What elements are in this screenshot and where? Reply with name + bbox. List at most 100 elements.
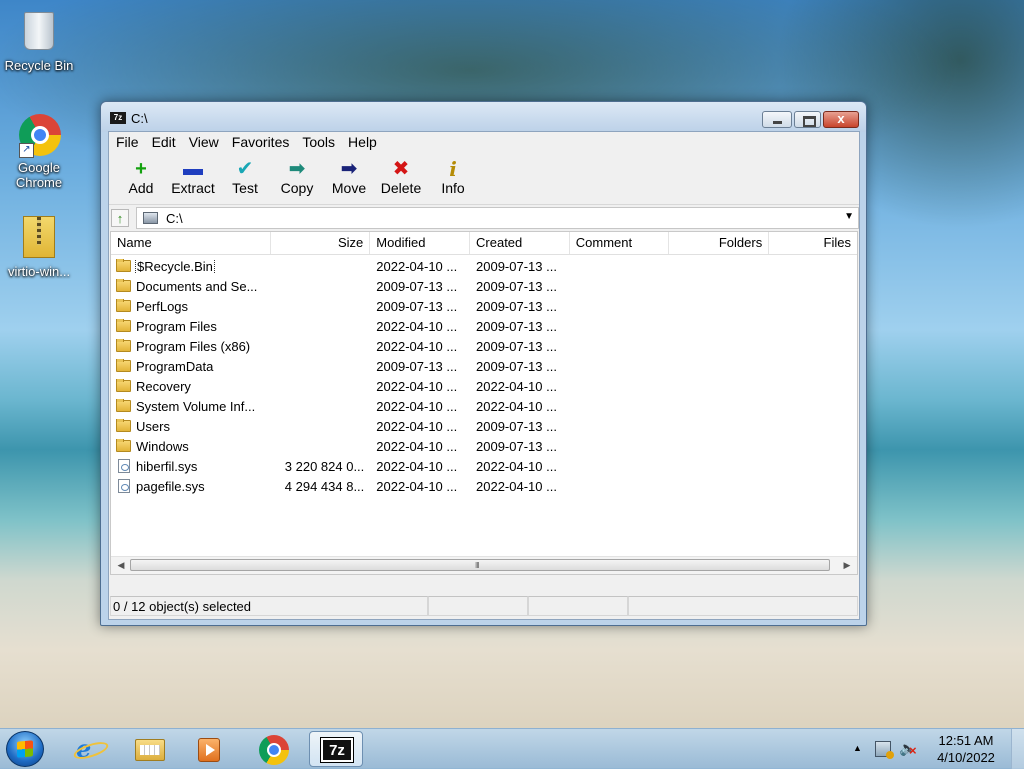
- volume-muted-icon[interactable]: 🔈: [899, 740, 919, 758]
- media-player-icon: [198, 738, 220, 762]
- copy-button[interactable]: ➡ Copy: [271, 152, 323, 204]
- clock-time: 12:51 AM: [938, 733, 994, 748]
- extract-label: Extract: [171, 180, 215, 196]
- delete-x-icon: ✖: [392, 158, 410, 180]
- close-button[interactable]: x: [823, 111, 859, 128]
- test-button[interactable]: ✔ Test: [219, 152, 271, 204]
- cell-name: PerfLogs: [111, 298, 271, 314]
- table-row[interactable]: PerfLogs 2009-07-13 ... 2009-07-13 ...: [111, 296, 857, 316]
- desktop-icon-label: Google Chrome: [15, 160, 63, 190]
- desktop-icon-google-chrome[interactable]: ↗ Google Chrome: [0, 114, 78, 190]
- network-icon[interactable]: [875, 741, 894, 759]
- status-bar: 0 / 12 object(s) selected: [110, 596, 858, 618]
- item-name: $Recycle.Bin: [135, 258, 215, 274]
- table-row[interactable]: ProgramData 2009-07-13 ... 2009-07-13 ...: [111, 356, 857, 376]
- folder-icon: [116, 338, 131, 352]
- folder-icon: [116, 438, 131, 452]
- menu-file[interactable]: File: [109, 134, 145, 150]
- show-desktop-button[interactable]: [1011, 729, 1024, 769]
- menu-help[interactable]: Help: [341, 134, 383, 150]
- taskbar-google-chrome[interactable]: [246, 731, 300, 767]
- ie-icon: e: [76, 737, 102, 761]
- drive-icon: [143, 212, 158, 224]
- item-name: Users: [136, 418, 170, 434]
- table-row[interactable]: Documents and Se... 2009-07-13 ... 2009-07…: [111, 276, 857, 296]
- folder-icon: [116, 298, 131, 312]
- desktop-icon-virtio-win[interactable]: virtio-win...: [0, 214, 78, 279]
- shortcut-arrow-icon: ↗: [19, 143, 34, 158]
- cell-modified: 2022-04-10 ...: [376, 478, 458, 494]
- column-comment[interactable]: Comment: [570, 232, 670, 254]
- column-size[interactable]: Size: [271, 232, 371, 254]
- show-hidden-icons-icon[interactable]: ▲: [853, 743, 862, 753]
- item-name: Program Files (x86): [136, 338, 251, 354]
- title-bar[interactable]: 7z C:\ x: [101, 102, 866, 132]
- column-folders[interactable]: Folders: [669, 232, 770, 254]
- 7zip-icon: 7z: [320, 737, 354, 763]
- table-row[interactable]: $Recycle.Bin 2022-04-10 ... 2009-07-13 ...: [111, 256, 857, 276]
- column-name[interactable]: Name: [111, 232, 271, 254]
- horizontal-scrollbar[interactable]: ◀ III ▶: [111, 556, 857, 574]
- taskbar: e 7z ▲ 🔈 12:51 AM 4/10/2022: [0, 728, 1024, 769]
- table-row[interactable]: Program Files (x86) 2022-04-10 ... 2009-07…: [111, 336, 857, 356]
- scroll-left-icon[interactable]: ◀: [115, 559, 127, 571]
- column-created[interactable]: Created: [470, 232, 570, 254]
- cell-created: 2009-07-13 ...: [476, 258, 557, 274]
- move-button[interactable]: ➡ Move: [323, 152, 375, 204]
- cell-created: 2009-07-13 ...: [476, 438, 557, 454]
- table-row[interactable]: Program Files 2022-04-10 ... 2009-07-13 ..…: [111, 316, 857, 336]
- address-path: C:\: [166, 211, 183, 226]
- taskbar-media-player[interactable]: [182, 731, 236, 767]
- address-field[interactable]: C:\ ▼: [136, 207, 859, 229]
- scroll-right-icon[interactable]: ▶: [841, 559, 853, 571]
- cell-modified: 2022-04-10 ...: [376, 438, 458, 454]
- column-files[interactable]: Files: [769, 232, 857, 254]
- move-label: Move: [331, 180, 367, 196]
- menu-tools[interactable]: Tools: [295, 134, 341, 150]
- table-row[interactable]: Recovery 2022-04-10 ... 2022-04-10 ...: [111, 376, 857, 396]
- extract-minus-icon: ▬: [183, 158, 203, 180]
- info-button[interactable]: i Info: [427, 152, 479, 204]
- test-check-icon: ✔: [236, 158, 254, 180]
- folder-icon: [116, 358, 131, 372]
- toolbar: + Add ▬ Extract ✔ Test ➡ Copy ➡ Move ✖ Delete …: [109, 152, 859, 205]
- up-arrow-icon: ↑: [116, 211, 124, 226]
- add-label: Add: [128, 180, 154, 196]
- add-button[interactable]: + Add: [115, 152, 167, 204]
- folder-icon: [116, 318, 131, 332]
- menu-edit[interactable]: Edit: [145, 134, 182, 150]
- menu-favorites[interactable]: Favorites: [225, 134, 296, 150]
- delete-button[interactable]: ✖ Delete: [375, 152, 427, 204]
- minimize-button[interactable]: [762, 111, 792, 128]
- cell-created: 2022-04-10 ...: [476, 398, 557, 414]
- scrollbar-thumb[interactable]: III: [130, 559, 830, 571]
- column-modified[interactable]: Modified: [370, 232, 471, 254]
- chevron-down-icon[interactable]: ▼: [844, 211, 854, 222]
- file-list[interactable]: Name Size Modified Created Comment Folde…: [110, 231, 858, 575]
- table-row[interactable]: pagefile.sys 4 294 434 8... 2022-04-10 ...…: [111, 476, 857, 496]
- taskbar-internet-explorer[interactable]: e: [62, 731, 116, 767]
- table-row[interactable]: Users 2022-04-10 ... 2009-07-13 ...: [111, 416, 857, 436]
- maximize-button[interactable]: [794, 111, 821, 128]
- folder-icon: [116, 418, 131, 432]
- system-clock[interactable]: 12:51 AM 4/10/2022: [926, 732, 1006, 766]
- cell-modified: 2009-07-13 ...: [376, 298, 458, 314]
- up-folder-button[interactable]: ↑: [111, 209, 129, 227]
- item-name: Program Files: [136, 318, 217, 334]
- desktop-icon-recycle-bin[interactable]: Recycle Bin: [0, 8, 78, 73]
- clock-date: 4/10/2022: [937, 750, 995, 765]
- table-row[interactable]: hiberfil.sys 3 220 824 0... 2022-04-10 ...…: [111, 456, 857, 476]
- item-name: Documents and Se...: [136, 278, 258, 294]
- table-row[interactable]: System Volume Inf... 2022-04-10 ... 2022-0…: [111, 396, 857, 416]
- menu-view[interactable]: View: [182, 134, 225, 150]
- cell-created: 2009-07-13 ...: [476, 418, 557, 434]
- extract-button[interactable]: ▬ Extract: [167, 152, 219, 204]
- cell-modified: 2022-04-10 ...: [376, 258, 458, 274]
- taskbar-windows-explorer[interactable]: [122, 731, 176, 767]
- start-button[interactable]: [6, 731, 44, 767]
- close-icon: x: [837, 111, 845, 126]
- taskbar-7zip[interactable]: 7z: [309, 731, 363, 767]
- table-row[interactable]: Windows 2022-04-10 ... 2009-07-13 ...: [111, 436, 857, 456]
- zip-folder-icon: [19, 216, 59, 260]
- cell-name: Recovery: [111, 378, 271, 394]
